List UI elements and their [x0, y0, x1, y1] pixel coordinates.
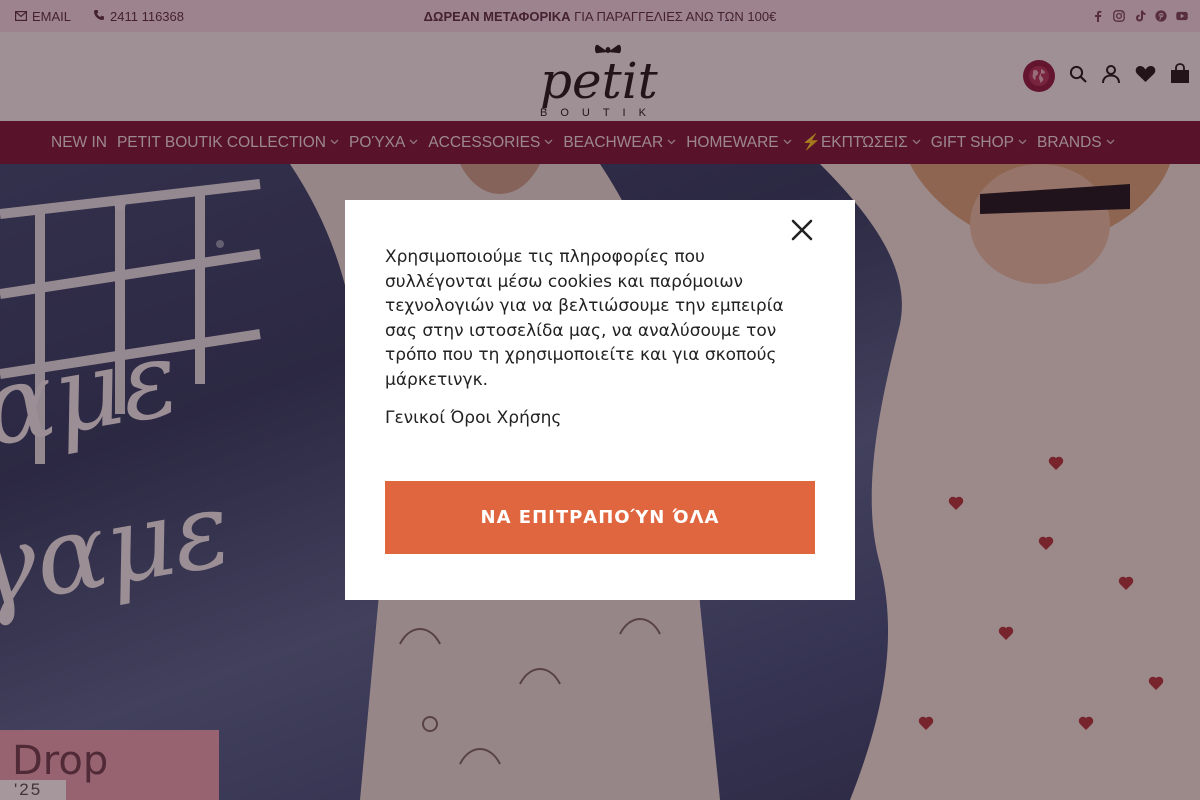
accept-all-button[interactable]: ΝΑ ΕΠΙΤΡΑΠΟΎΝ ΌΛΑ — [385, 481, 815, 554]
terms-link[interactable]: Γενικοί Όροι Χρήσης — [385, 408, 561, 428]
cookie-consent-modal: Χρησιμοποιούμε τις πληροφορίες που συλλέ… — [345, 200, 855, 600]
close-icon[interactable] — [790, 218, 814, 242]
cookie-message: Χρησιμοποιούμε τις πληροφορίες που συλλέ… — [385, 247, 784, 390]
